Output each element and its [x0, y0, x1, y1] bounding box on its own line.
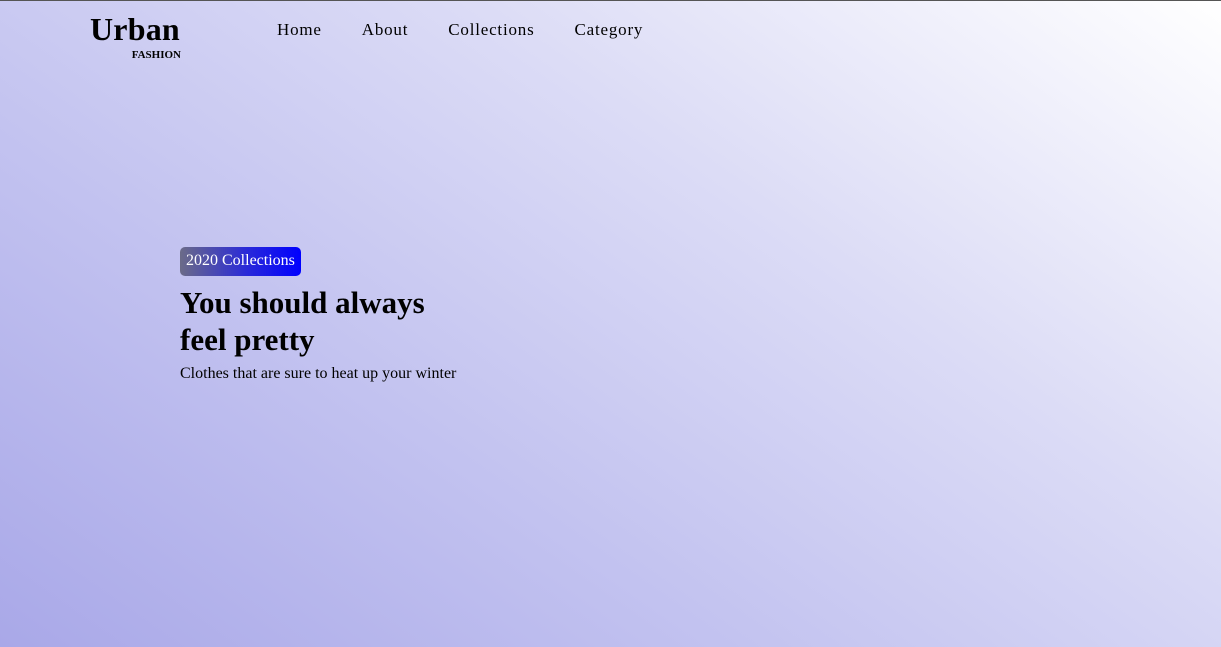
main-nav: Home About Collections Category — [277, 20, 683, 40]
brand-logo[interactable]: Urban FASHION — [90, 11, 185, 61]
nav-link-collections[interactable]: Collections — [448, 20, 534, 40]
brand-tagline: FASHION — [131, 49, 181, 61]
hero-section: 2020 Collections You should always feel … — [180, 247, 500, 384]
brand-name: Urban — [90, 11, 180, 47]
nav-link-home[interactable]: Home — [277, 20, 322, 40]
collections-badge: 2020 Collections — [180, 247, 301, 276]
nav-link-category[interactable]: Category — [575, 20, 644, 40]
hero-subline: Clothes that are sure to heat up your wi… — [180, 365, 457, 382]
nav-link-about[interactable]: About — [362, 20, 409, 40]
hero-headline: You should always feel pretty — [180, 285, 425, 357]
